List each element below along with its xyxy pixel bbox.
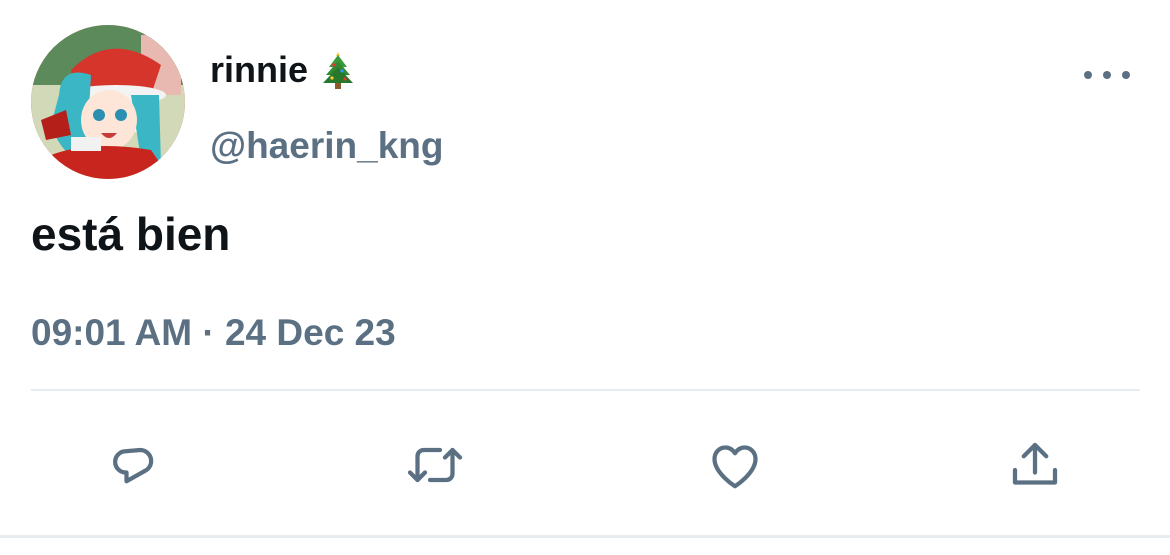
christmas-tree-icon — [320, 50, 356, 90]
display-name-text: rinnie — [210, 49, 309, 90]
more-options-button[interactable] — [1084, 62, 1130, 88]
share-icon — [1012, 442, 1058, 485]
tweet-timestamp[interactable]: 09:01 AM · 24 Dec 23 — [31, 310, 396, 356]
user-handle[interactable]: @haerin_kng — [210, 124, 443, 168]
divider — [31, 389, 1140, 391]
reply-button[interactable] — [103, 433, 167, 497]
avatar-image — [31, 25, 185, 179]
more-dot-icon — [1122, 71, 1130, 79]
more-dot-icon — [1084, 71, 1092, 79]
share-button[interactable] — [1003, 433, 1067, 497]
reply-icon — [113, 447, 154, 484]
retweet-icon — [407, 447, 463, 483]
retweet-button[interactable] — [403, 433, 467, 497]
more-dot-icon — [1103, 71, 1111, 79]
avatar[interactable] — [31, 25, 185, 179]
display-name[interactable]: rinnie — [210, 48, 356, 92]
tweet-text: está bien — [31, 208, 231, 260]
like-button[interactable] — [703, 433, 767, 497]
heart-icon — [712, 445, 758, 489]
bottom-divider — [0, 535, 1170, 538]
